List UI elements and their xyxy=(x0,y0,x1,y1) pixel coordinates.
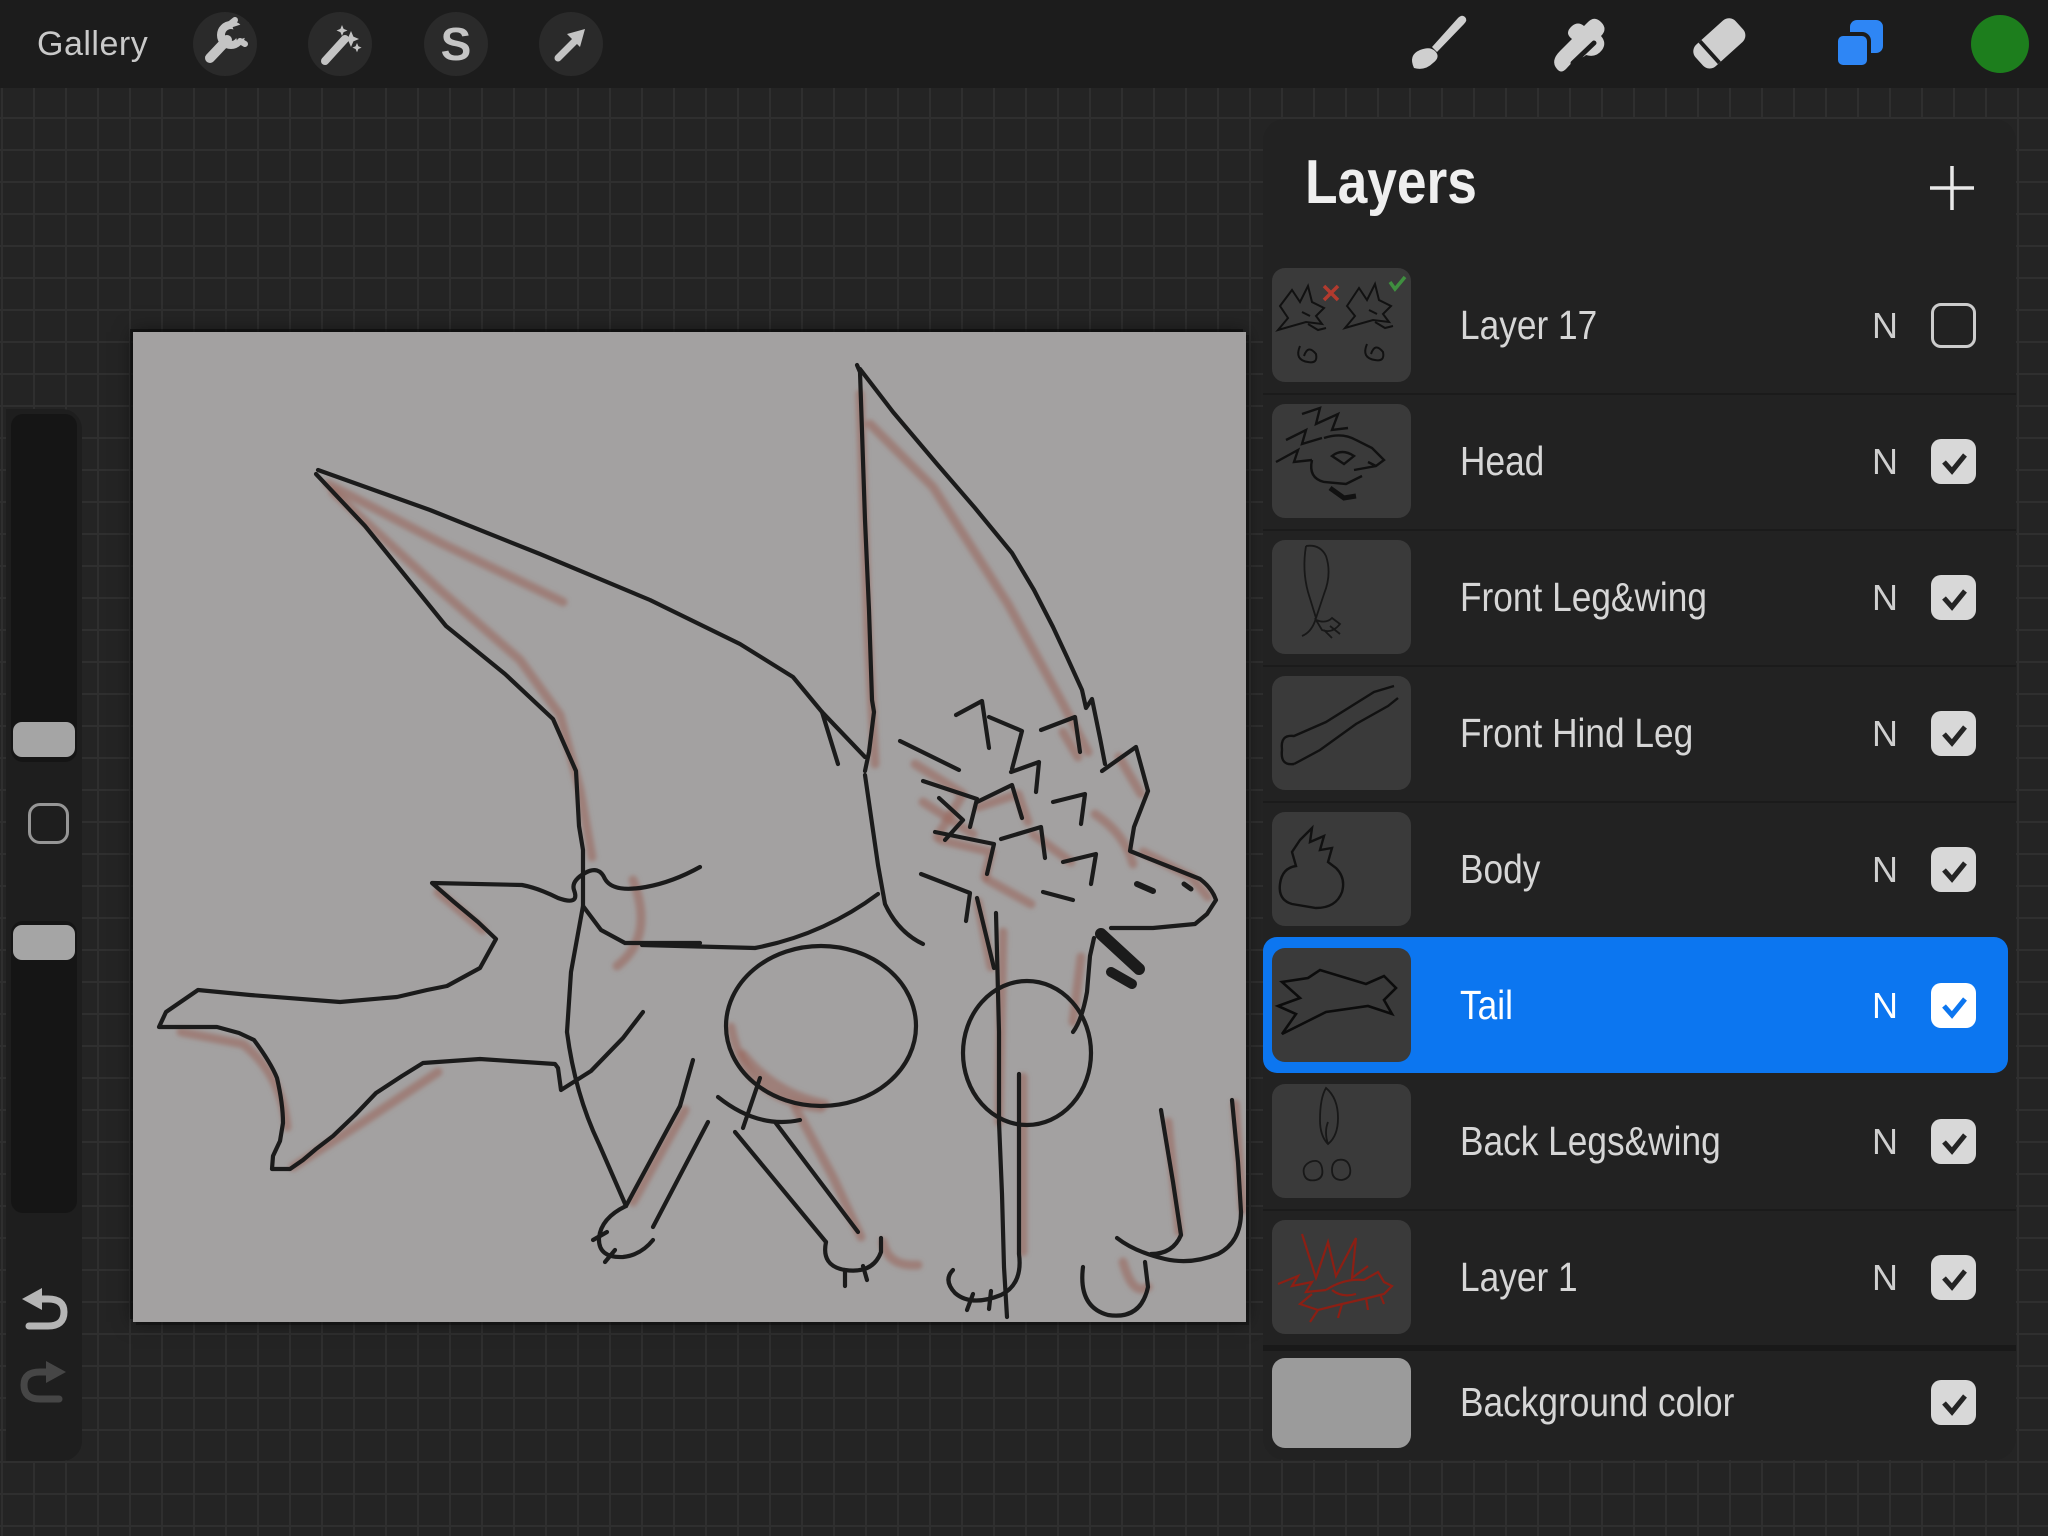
svg-text:S: S xyxy=(441,18,472,70)
